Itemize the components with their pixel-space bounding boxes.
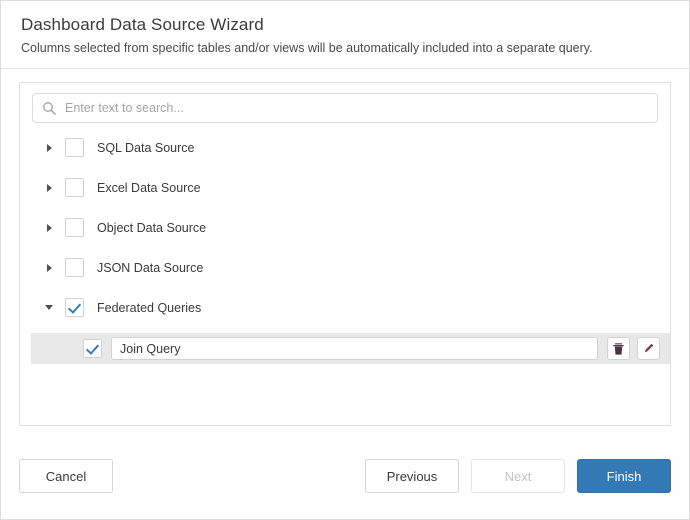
- search-icon: [42, 101, 56, 115]
- data-source-tree: SQL Data Source Excel Data Source Object…: [20, 133, 670, 364]
- page-title: Dashboard Data Source Wizard: [21, 15, 264, 34]
- finish-button[interactable]: Finish: [577, 459, 671, 493]
- next-button: Next: [471, 459, 565, 493]
- data-source-panel: SQL Data Source Excel Data Source Object…: [19, 82, 671, 426]
- edit-query-button[interactable]: [637, 337, 660, 360]
- cancel-button[interactable]: Cancel: [19, 459, 113, 493]
- tree-child-checkbox[interactable]: [83, 339, 102, 358]
- tree-item-label: Object Data Source: [97, 220, 207, 235]
- tree-item-checkbox[interactable]: [65, 258, 84, 277]
- tree-item-checkbox[interactable]: [65, 178, 84, 197]
- tree-item-label: Excel Data Source: [97, 180, 201, 195]
- tree-item-sql-data-source[interactable]: SQL Data Source: [20, 133, 670, 162]
- chevron-right-icon[interactable]: [42, 181, 56, 195]
- delete-query-button[interactable]: [607, 337, 630, 360]
- trash-icon: [613, 342, 624, 355]
- wizard-body: SQL Data Source Excel Data Source Object…: [1, 69, 689, 433]
- tree-item-label: JSON Data Source: [97, 260, 204, 275]
- tree-item-object-data-source[interactable]: Object Data Source: [20, 213, 670, 242]
- tree-item-checkbox[interactable]: [65, 138, 84, 157]
- page-subtitle: Columns selected from specific tables an…: [21, 41, 593, 55]
- pencil-icon: [642, 342, 655, 355]
- tree-item-json-data-source[interactable]: JSON Data Source: [20, 253, 670, 282]
- query-name-input[interactable]: [111, 337, 598, 360]
- chevron-right-icon[interactable]: [42, 141, 56, 155]
- wizard-header: Dashboard Data Source Wizard Columns sel…: [1, 1, 689, 69]
- footer-nav-buttons: Previous Next Finish: [365, 459, 671, 493]
- wizard-footer: Cancel Previous Next Finish: [1, 433, 689, 519]
- tree-item-label: SQL Data Source: [97, 140, 195, 155]
- tree-child-row-join-query[interactable]: [31, 333, 670, 364]
- previous-button[interactable]: Previous: [365, 459, 459, 493]
- search-input[interactable]: [65, 101, 648, 115]
- chevron-right-icon[interactable]: [42, 221, 56, 235]
- search-box[interactable]: [32, 93, 658, 123]
- chevron-right-icon[interactable]: [42, 261, 56, 275]
- dashboard-data-source-wizard-dialog: Dashboard Data Source Wizard Columns sel…: [0, 0, 690, 520]
- chevron-down-icon[interactable]: [42, 301, 56, 315]
- tree-item-checkbox[interactable]: [65, 218, 84, 237]
- tree-item-checkbox[interactable]: [65, 298, 84, 317]
- tree-item-excel-data-source[interactable]: Excel Data Source: [20, 173, 670, 202]
- tree-item-label: Federated Queries: [97, 300, 202, 315]
- tree-item-federated-queries[interactable]: Federated Queries: [20, 293, 670, 322]
